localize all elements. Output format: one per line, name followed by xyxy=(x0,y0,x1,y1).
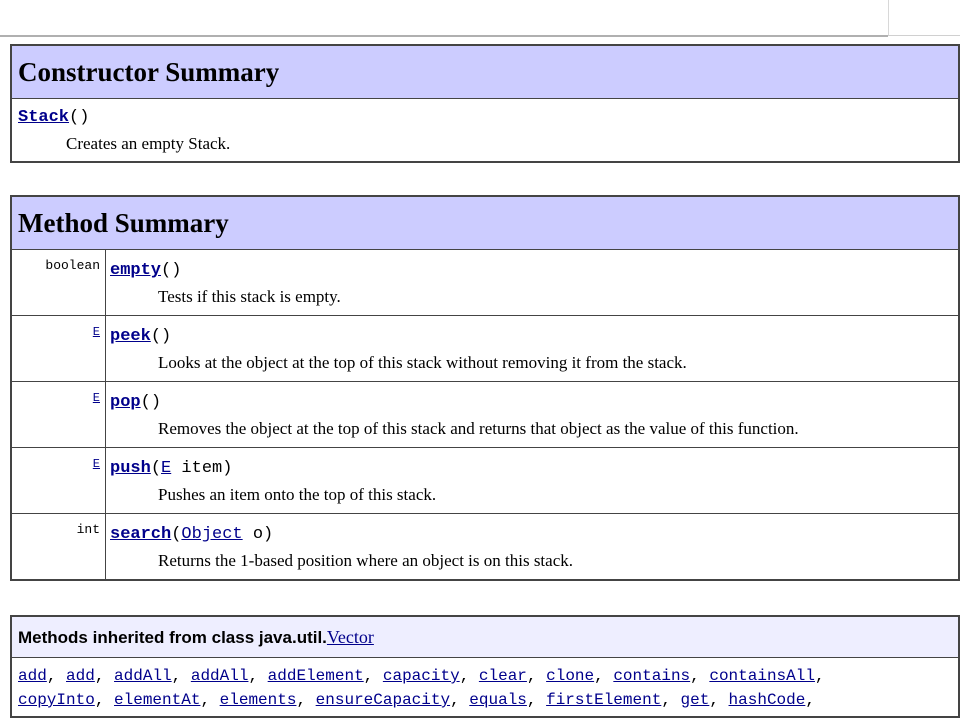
return-type-label: int xyxy=(76,522,100,537)
method-pop-link[interactable]: pop xyxy=(110,393,141,412)
method-detail-cell: search(Object o) Returns the 1-based posi… xyxy=(105,513,960,581)
separator: , xyxy=(363,667,383,685)
inherited-methods-line-2: copyInto, elementAt, elements, ensureCap… xyxy=(18,688,954,712)
method-row-peek: Epeek() Looks at the object at the top of… xyxy=(10,315,960,382)
method-description: Returns the 1-based position where an ob… xyxy=(158,551,573,570)
inherited-title-prefix: Methods inherited from class java.util. xyxy=(18,627,327,647)
inherited-method-link[interactable]: copyInto xyxy=(18,691,95,709)
signature-rest: ) xyxy=(150,393,162,412)
inherited-method-link[interactable]: firstElement xyxy=(546,691,661,709)
inherited-method-link[interactable]: clear xyxy=(479,667,527,685)
method-return-type: E xyxy=(10,447,106,514)
inherited-method-link[interactable]: ensureCapacity xyxy=(316,691,450,709)
signature-open-paren: ( xyxy=(161,261,172,280)
separator: , xyxy=(594,667,614,685)
method-peek-link[interactable]: peek xyxy=(110,327,151,346)
separator: , xyxy=(94,691,115,709)
method-return-type: E xyxy=(10,315,106,382)
signature-open-paren: ( xyxy=(171,525,182,544)
method-return-type: int xyxy=(10,513,106,581)
inherited-method-link[interactable]: elementAt xyxy=(114,691,200,709)
method-return-type: E xyxy=(10,381,106,448)
signature-rest: ) xyxy=(171,261,182,280)
vector-class-link[interactable]: Vector xyxy=(327,627,374,647)
inherited-method-link[interactable]: elements xyxy=(220,691,297,709)
inherited-method-link[interactable]: get xyxy=(681,691,710,709)
return-type-link[interactable]: E xyxy=(93,457,100,471)
inherited-methods-table: Methods inherited from class java.util.V… xyxy=(10,615,960,718)
inherited-method-link[interactable]: equals xyxy=(469,691,527,709)
inherited-methods-list: add, add, addAll, addAll, addElement, ca… xyxy=(10,657,960,718)
method-row-search: int search(Object o) Returns the 1-based p… xyxy=(10,513,960,581)
separator: , xyxy=(709,691,729,709)
method-push-link[interactable]: push xyxy=(110,459,151,478)
method-detail-cell: empty() Tests if this stack is empty. xyxy=(105,249,960,316)
method-search-link[interactable]: search xyxy=(110,525,171,544)
separator: , xyxy=(814,667,835,685)
signature-rest: o) xyxy=(242,525,274,544)
signature-open-paren: ( xyxy=(150,327,162,346)
separator: , xyxy=(661,691,681,709)
method-summary-table: Method Summary boolean empty() Tests if th… xyxy=(10,195,960,581)
separator: , xyxy=(526,691,547,709)
inherited-method-link[interactable]: add xyxy=(66,667,95,685)
frame-rule-extension xyxy=(888,35,960,36)
constructor-stack-link[interactable]: Stack xyxy=(18,108,69,127)
method-row-empty: boolean empty() Tests if this stack is emp… xyxy=(10,249,960,316)
signature-rest: item) xyxy=(171,459,233,478)
separator: , xyxy=(690,667,710,685)
method-summary-title: Method Summary xyxy=(10,195,960,250)
method-row-push: Epush(E item) Pushes an item onto the top… xyxy=(10,447,960,514)
signature-open-paren: ( xyxy=(140,393,151,412)
param-type-link[interactable]: Object xyxy=(181,525,242,544)
frame-divider xyxy=(888,0,889,36)
signature-rest: ) xyxy=(161,327,172,346)
method-description: Tests if this stack is empty. xyxy=(158,287,341,306)
inherited-method-link[interactable]: add xyxy=(18,667,47,685)
method-description: Looks at the object at the top of this s… xyxy=(158,353,687,372)
constructor-summary-table: Constructor Summary Stack() Creates an e… xyxy=(10,44,960,163)
separator: , xyxy=(459,667,479,685)
separator: , xyxy=(526,667,547,685)
constructor-params: () xyxy=(69,108,90,127)
separator: , xyxy=(46,667,67,685)
return-type-link[interactable]: E xyxy=(93,325,100,339)
inherited-method-link[interactable]: clone xyxy=(546,667,594,685)
top-horizontal-rule xyxy=(0,35,888,37)
return-type-link[interactable]: E xyxy=(93,391,100,405)
param-type-link[interactable]: E xyxy=(161,459,171,478)
method-row-pop: Epop() Removes the object at the top of t… xyxy=(10,381,960,448)
signature-open-paren: ( xyxy=(150,459,162,478)
inherited-method-link[interactable]: addAll xyxy=(191,667,249,685)
return-type-label: boolean xyxy=(45,258,100,273)
method-description: Pushes an item onto the top of this stac… xyxy=(158,485,437,504)
inherited-methods-line-1: add, add, addAll, addAll, addElement, ca… xyxy=(18,664,954,688)
inherited-method-link[interactable]: addAll xyxy=(114,667,172,685)
inherited-method-link[interactable]: containsAll xyxy=(709,667,815,685)
inherited-method-link[interactable]: capacity xyxy=(383,667,460,685)
method-return-type: boolean xyxy=(10,249,106,316)
method-description: Removes the object at the top of this st… xyxy=(158,419,799,438)
separator: , xyxy=(171,667,191,685)
separator: , xyxy=(296,691,316,709)
method-detail-cell: peek() Looks at the object at the top of … xyxy=(105,315,960,382)
method-empty-link[interactable]: empty xyxy=(110,261,161,280)
separator: , xyxy=(805,691,825,709)
inherited-method-link[interactable]: addElement xyxy=(268,667,364,685)
separator: , xyxy=(94,667,115,685)
inherited-method-link[interactable]: contains xyxy=(613,667,690,685)
separator: , xyxy=(450,691,470,709)
method-detail-cell: push(E item) Pushes an item onto the top … xyxy=(105,447,960,514)
constructor-summary-title: Constructor Summary xyxy=(10,44,960,99)
inherited-title-cell: Methods inherited from class java.util.V… xyxy=(10,615,960,658)
method-detail-cell: pop() Removes the object at the top of th… xyxy=(105,381,960,448)
inherited-method-link[interactable]: hashCode xyxy=(729,691,806,709)
constructor-description: Creates an empty Stack. xyxy=(66,134,231,153)
constructor-row: Stack() Creates an empty Stack. xyxy=(10,98,960,163)
separator: , xyxy=(248,667,268,685)
separator: , xyxy=(200,691,220,709)
